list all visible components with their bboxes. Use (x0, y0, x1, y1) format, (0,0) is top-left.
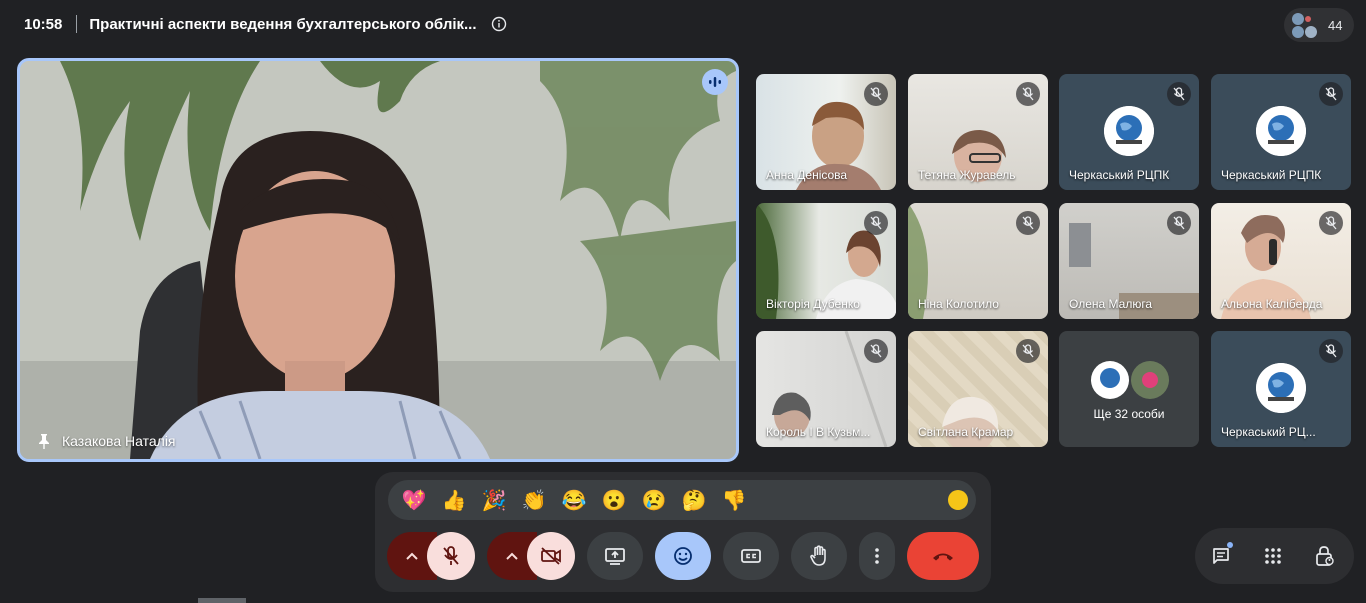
participant-name: Король І В Кузьм... (766, 425, 871, 439)
speaker-video (20, 61, 736, 459)
participant-name: Тетяна Журавель (918, 168, 1016, 182)
participant-tile[interactable]: Тетяна Журавель (908, 74, 1048, 190)
participant-name: Черкаський РЦ... (1221, 425, 1316, 439)
more-vert-icon (875, 548, 879, 564)
participant-name: Альона Каліберда (1221, 297, 1323, 311)
leave-call-button[interactable] (907, 532, 979, 580)
hang-up-icon (933, 553, 953, 561)
smiley-icon (674, 547, 692, 565)
participant-name: Олена Малюга (1069, 297, 1153, 311)
camera-off-icon (541, 547, 561, 565)
main-speaker-name: Казакова Наталія (62, 433, 176, 449)
mic-off-icon (864, 339, 888, 363)
participant-tile[interactable]: Анна Денісова (756, 74, 896, 190)
participant-name: Ніна Колотило (918, 297, 999, 311)
participant-tile[interactable]: Черкаський РЦ... (1211, 331, 1351, 447)
mic-off-icon (1319, 211, 1343, 235)
host-controls-button[interactable] (1305, 536, 1345, 576)
reaction-surprised[interactable]: 😮 (594, 484, 634, 516)
organization-logo-icon (1104, 106, 1154, 156)
participant-tile[interactable]: Король І В Кузьм... (756, 331, 896, 447)
participant-name: Анна Денісова (766, 168, 848, 182)
chevron-up-icon (406, 552, 418, 560)
reaction-party[interactable]: 🎉 (474, 484, 514, 516)
closed-captions-icon (741, 549, 761, 563)
participant-name: Черкаський РЦПК (1221, 168, 1322, 182)
speaking-indicator-icon (702, 69, 728, 95)
captions-button[interactable] (723, 532, 779, 580)
lock-person-icon (1316, 546, 1334, 566)
info-icon[interactable] (491, 16, 507, 32)
mic-off-icon (1016, 82, 1040, 106)
meeting-title: Практичні аспекти ведення бухгалтерськог… (89, 15, 477, 33)
participant-tile[interactable]: Черкаський РЦПК (1059, 74, 1199, 190)
reaction-thinking[interactable]: 🤔 (674, 484, 714, 516)
meeting-header: 10:58 Практичні аспекти ведення бухгалте… (24, 10, 507, 38)
skin-tone-button[interactable] (948, 490, 968, 510)
mic-off-icon (864, 211, 888, 235)
reactions-button[interactable] (655, 532, 711, 580)
participant-tile[interactable]: Вікторія Дубенко (756, 203, 896, 319)
reaction-thumbs-up[interactable]: 👍 (434, 484, 474, 516)
notification-dot (1227, 542, 1233, 548)
header-divider (76, 15, 78, 33)
participant-name: Світлана Крамар (918, 425, 1014, 439)
mic-off-icon (864, 82, 888, 106)
mic-off-icon (1016, 339, 1040, 363)
mic-toggle-button[interactable] (427, 532, 475, 580)
organization-logo-icon (1256, 363, 1306, 413)
pin-icon[interactable] (38, 433, 50, 449)
more-participants-avatars-icon (1091, 361, 1169, 399)
participant-tile[interactable]: Ніна Колотило (908, 203, 1048, 319)
organization-logo-icon (1256, 106, 1306, 156)
main-speaker-label: Казакова Наталія (38, 433, 176, 449)
mic-off-icon (1167, 211, 1191, 235)
reaction-clap[interactable]: 👏 (514, 484, 554, 516)
camera-toggle-button[interactable] (527, 532, 575, 580)
more-participants-tile[interactable]: Ще 32 особи (1059, 331, 1199, 447)
raise-hand-button[interactable] (791, 532, 847, 580)
participant-name: Вікторія Дубенко (766, 297, 860, 311)
activities-button[interactable] (1253, 536, 1293, 576)
mic-off-icon (1167, 82, 1191, 106)
chat-icon (1213, 548, 1229, 564)
participants-count: 44 (1328, 17, 1343, 33)
chevron-up-icon (506, 552, 518, 560)
chat-button[interactable] (1201, 536, 1241, 576)
reactions-bar: 💖 👍 🎉 👏 😂 😮 😢 🤔 👎 (388, 480, 976, 520)
reaction-heart[interactable]: 💖 (394, 484, 434, 516)
present-screen-icon (605, 548, 625, 565)
participant-name: Черкаський РЦПК (1069, 168, 1170, 182)
hand-icon (810, 545, 826, 566)
mic-off-icon (1319, 339, 1343, 363)
participant-tile[interactable]: Олена Малюга (1059, 203, 1199, 319)
more-participants-label: Ще 32 особи (1093, 407, 1165, 421)
scrollbar-thumb[interactable] (198, 598, 246, 603)
participant-tile[interactable]: Альона Каліберда (1211, 203, 1351, 319)
participants-avatars-icon (1290, 11, 1318, 39)
mic-off-icon (1016, 211, 1040, 235)
more-options-button[interactable] (859, 532, 895, 580)
present-screen-button[interactable] (587, 532, 643, 580)
main-speaker-tile[interactable]: Казакова Наталія (17, 58, 739, 462)
side-controls-panel (1195, 528, 1354, 584)
mic-off-icon (1319, 82, 1343, 106)
reaction-laugh[interactable]: 😂 (554, 484, 594, 516)
apps-grid-icon (1265, 548, 1281, 564)
participant-tile[interactable]: Світлана Крамар (908, 331, 1048, 447)
participants-button[interactable]: 44 (1284, 8, 1354, 42)
participant-tile[interactable]: Черкаський РЦПК (1211, 74, 1351, 190)
reaction-sad[interactable]: 😢 (634, 484, 674, 516)
reaction-thumbs-down[interactable]: 👎 (714, 484, 754, 516)
mic-off-icon (443, 546, 459, 565)
clock: 10:58 (24, 15, 63, 33)
